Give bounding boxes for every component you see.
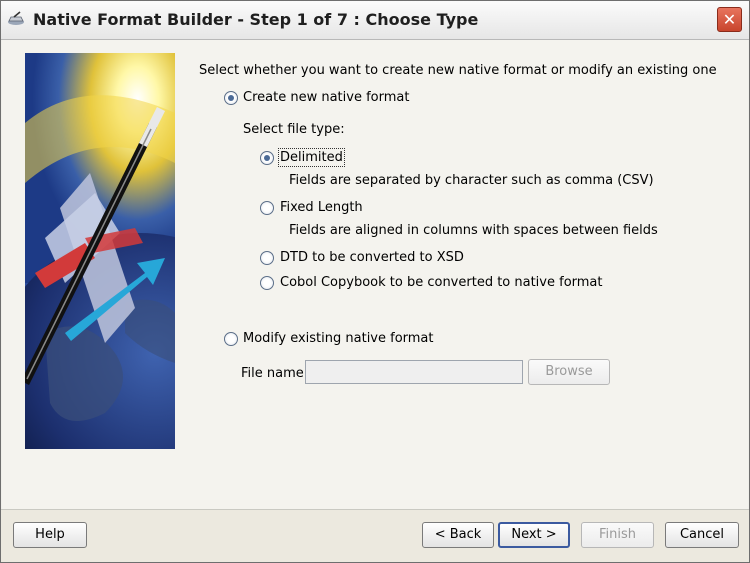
dtd-radio[interactable]	[260, 251, 274, 265]
wizard-dialog: Native Format Builder - Step 1 of 7 : Ch…	[0, 0, 750, 563]
select-file-type-label: Select file type:	[243, 122, 345, 137]
wizard-wand-globe-illustration	[25, 53, 175, 449]
browse-button[interactable]: Browse	[528, 359, 610, 385]
close-button[interactable]: ✕	[717, 7, 742, 32]
modify-existing-radio[interactable]	[224, 332, 238, 346]
file-name-label: File name:	[241, 366, 309, 381]
next-button[interactable]: Next >	[498, 522, 570, 548]
create-new-radio[interactable]	[224, 91, 238, 105]
cobol-radio[interactable]	[260, 276, 274, 290]
window-title: Native Format Builder - Step 1 of 7 : Ch…	[33, 10, 479, 29]
delimited-description: Fields are separated by character such a…	[289, 173, 654, 188]
intro-text: Select whether you want to create new na…	[199, 63, 717, 78]
wand-icon	[8, 11, 24, 25]
help-button[interactable]: Help	[13, 522, 87, 548]
fixed-length-label[interactable]: Fixed Length	[280, 200, 363, 215]
create-new-label[interactable]: Create new native format	[243, 90, 409, 105]
cancel-button[interactable]: Cancel	[665, 522, 739, 548]
fixed-length-radio[interactable]	[260, 201, 274, 215]
back-button[interactable]: < Back	[422, 522, 494, 548]
dtd-label[interactable]: DTD to be converted to XSD	[280, 250, 464, 265]
title-bar: Native Format Builder - Step 1 of 7 : Ch…	[1, 1, 749, 40]
fixed-length-description: Fields are aligned in columns with space…	[289, 223, 658, 238]
delimited-label[interactable]: Delimited	[278, 148, 345, 167]
close-icon: ✕	[722, 10, 737, 29]
delimited-radio[interactable]	[260, 151, 274, 165]
modify-existing-label[interactable]: Modify existing native format	[243, 331, 434, 346]
cobol-label[interactable]: Cobol Copybook to be converted to native…	[280, 275, 603, 290]
finish-button[interactable]: Finish	[581, 522, 654, 548]
file-name-input[interactable]	[305, 360, 523, 384]
